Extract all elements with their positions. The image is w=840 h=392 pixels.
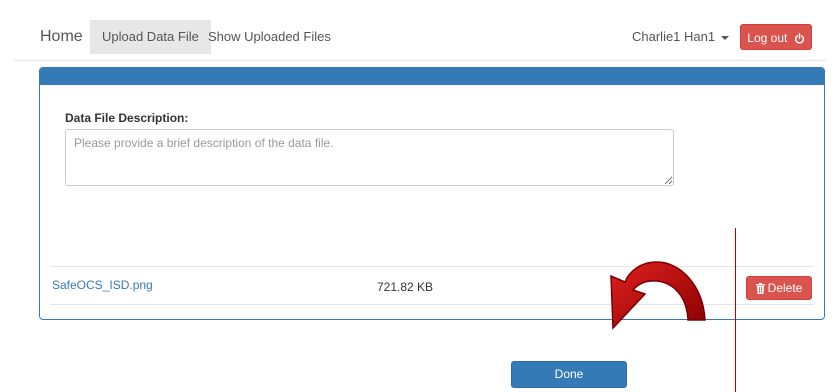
tab-show-uploaded-files[interactable]: Show Uploaded Files (208, 20, 331, 54)
annotation-line (735, 228, 736, 392)
file-name-link[interactable]: SafeOCS_ISD.png (52, 278, 153, 292)
chevron-down-icon (721, 35, 730, 40)
description-label: Data File Description: (65, 111, 189, 125)
navbar-divider (14, 60, 826, 61)
file-row-divider (50, 304, 814, 305)
user-name-label: Charlie1 Han1 (632, 29, 716, 44)
delete-button[interactable]: Delete (746, 276, 812, 300)
panel-heading (40, 68, 824, 85)
user-menu-dropdown[interactable]: Charlie1 Han1 (632, 20, 730, 54)
logout-button[interactable]: Log out (740, 24, 812, 50)
trash-icon (755, 283, 765, 295)
navbar: Home Upload Data File Show Uploaded File… (0, 0, 840, 61)
power-icon (794, 33, 804, 44)
done-button[interactable]: Done (511, 361, 627, 388)
nav-home-link[interactable]: Home (40, 20, 83, 54)
logout-label: Log out (747, 31, 788, 45)
tab-upload-data-file[interactable]: Upload Data File (90, 20, 211, 54)
file-size: 721.82 KB (377, 280, 434, 294)
upload-panel: Data File Description: SafeOCS_ISD.png 7… (39, 67, 825, 320)
file-row-divider (50, 266, 814, 267)
delete-label: Delete (767, 281, 803, 295)
description-textarea[interactable] (65, 129, 674, 186)
